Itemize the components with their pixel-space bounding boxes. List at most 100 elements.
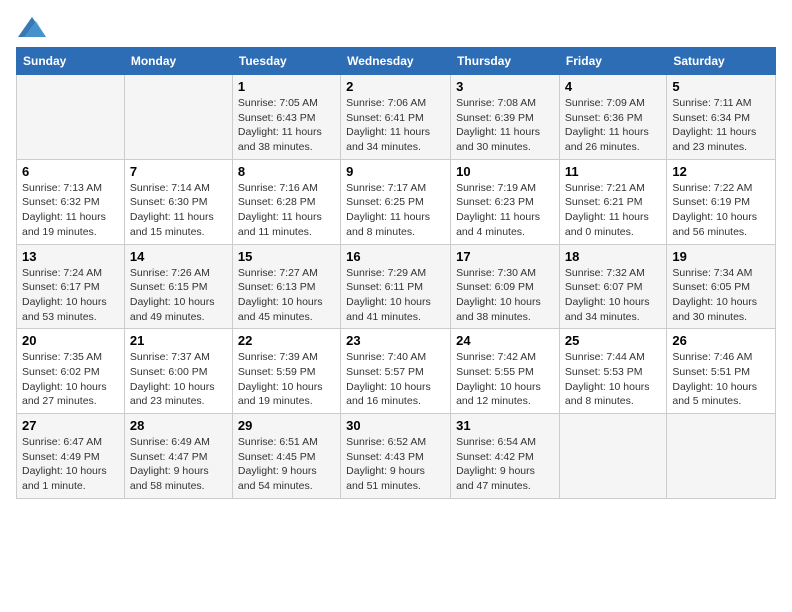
- day-info: Sunrise: 7:21 AM Sunset: 6:21 PM Dayligh…: [565, 181, 661, 240]
- day-number: 21: [130, 333, 227, 348]
- calendar-cell: 10Sunrise: 7:19 AM Sunset: 6:23 PM Dayli…: [451, 159, 560, 244]
- day-info: Sunrise: 7:09 AM Sunset: 6:36 PM Dayligh…: [565, 96, 661, 155]
- day-number: 1: [238, 79, 335, 94]
- calendar-cell: 24 Sunrise: 7:42 AM Sunset: 5:55 PM Dayli…: [451, 329, 560, 414]
- day-info: Sunrise: 7:34 AM Sunset: 6:05 PM Dayligh…: [672, 266, 770, 325]
- calendar-week-row: 20 Sunrise: 7:35 AM Sunset: 6:02 PM Dayli…: [17, 329, 776, 414]
- calendar-cell: 29 Sunrise: 6:51 AM Sunset: 4:45 PM Dayli…: [232, 414, 340, 499]
- calendar-cell: 6Sunrise: 7:13 AM Sunset: 6:32 PM Daylig…: [17, 159, 125, 244]
- day-number: 28: [130, 418, 227, 433]
- day-info: Sunrise: 7:42 AM Sunset: 5:55 PM Dayligh…: [456, 350, 554, 409]
- weekday-header-tuesday: Tuesday: [232, 48, 340, 75]
- day-info: Sunrise: 7:30 AM Sunset: 6:09 PM Dayligh…: [456, 266, 554, 325]
- weekday-header-saturday: Saturday: [667, 48, 776, 75]
- calendar-cell: [559, 414, 666, 499]
- calendar-cell: 21 Sunrise: 7:37 AM Sunset: 6:00 PM Dayli…: [124, 329, 232, 414]
- calendar-cell: 7 Sunrise: 7:14 AM Sunset: 6:30 PM Daylig…: [124, 159, 232, 244]
- weekday-header-wednesday: Wednesday: [341, 48, 451, 75]
- day-info: Sunrise: 6:49 AM Sunset: 4:47 PM Dayligh…: [130, 435, 227, 494]
- calendar-cell: 27 Sunrise: 6:47 AM Sunset: 4:49 PM Dayli…: [17, 414, 125, 499]
- day-info: Sunrise: 6:51 AM Sunset: 4:45 PM Dayligh…: [238, 435, 335, 494]
- day-number: 10: [456, 164, 554, 179]
- day-info: Sunrise: 7:37 AM Sunset: 6:00 PM Dayligh…: [130, 350, 227, 409]
- calendar-cell: 19Sunrise: 7:34 AM Sunset: 6:05 PM Dayli…: [667, 244, 776, 329]
- calendar-cell: 22 Sunrise: 7:39 AM Sunset: 5:59 PM Dayli…: [232, 329, 340, 414]
- calendar-cell: 12 Sunrise: 7:22 AM Sunset: 6:19 PM Dayli…: [667, 159, 776, 244]
- day-number: 23: [346, 333, 445, 348]
- calendar-cell: 9 Sunrise: 7:17 AM Sunset: 6:25 PM Daylig…: [341, 159, 451, 244]
- day-info: Sunrise: 7:05 AM Sunset: 6:43 PM Dayligh…: [238, 96, 335, 155]
- day-info: Sunrise: 7:35 AM Sunset: 6:02 PM Dayligh…: [22, 350, 119, 409]
- day-number: 3: [456, 79, 554, 94]
- day-info: Sunrise: 6:47 AM Sunset: 4:49 PM Dayligh…: [22, 435, 119, 494]
- calendar-cell: 13 Sunrise: 7:24 AM Sunset: 6:17 PM Dayli…: [17, 244, 125, 329]
- day-number: 22: [238, 333, 335, 348]
- day-number: 12: [672, 164, 770, 179]
- calendar-cell: 28 Sunrise: 6:49 AM Sunset: 4:47 PM Dayli…: [124, 414, 232, 499]
- day-number: 31: [456, 418, 554, 433]
- weekday-header-thursday: Thursday: [451, 48, 560, 75]
- day-info: Sunrise: 7:26 AM Sunset: 6:15 PM Dayligh…: [130, 266, 227, 325]
- day-info: Sunrise: 7:06 AM Sunset: 6:41 PM Dayligh…: [346, 96, 445, 155]
- weekday-header-sunday: Sunday: [17, 48, 125, 75]
- calendar-cell: [667, 414, 776, 499]
- day-info: Sunrise: 7:17 AM Sunset: 6:25 PM Dayligh…: [346, 181, 445, 240]
- calendar-cell: 15Sunrise: 7:27 AM Sunset: 6:13 PM Dayli…: [232, 244, 340, 329]
- day-number: 16: [346, 249, 445, 264]
- day-info: Sunrise: 7:13 AM Sunset: 6:32 PM Dayligh…: [22, 181, 119, 240]
- calendar-cell: [17, 75, 125, 160]
- day-info: Sunrise: 7:24 AM Sunset: 6:17 PM Dayligh…: [22, 266, 119, 325]
- calendar-cell: 2 Sunrise: 7:06 AM Sunset: 6:41 PM Daylig…: [341, 75, 451, 160]
- calendar-table: SundayMondayTuesdayWednesdayThursdayFrid…: [16, 47, 776, 499]
- weekday-header-row: SundayMondayTuesdayWednesdayThursdayFrid…: [17, 48, 776, 75]
- calendar-cell: 1 Sunrise: 7:05 AM Sunset: 6:43 PM Daylig…: [232, 75, 340, 160]
- day-info: Sunrise: 7:44 AM Sunset: 5:53 PM Dayligh…: [565, 350, 661, 409]
- calendar-cell: 31Sunrise: 6:54 AM Sunset: 4:42 PM Dayli…: [451, 414, 560, 499]
- calendar-cell: 11 Sunrise: 7:21 AM Sunset: 6:21 PM Dayli…: [559, 159, 666, 244]
- calendar-week-row: 13 Sunrise: 7:24 AM Sunset: 6:17 PM Dayli…: [17, 244, 776, 329]
- calendar-cell: 8 Sunrise: 7:16 AM Sunset: 6:28 PM Daylig…: [232, 159, 340, 244]
- day-info: Sunrise: 7:14 AM Sunset: 6:30 PM Dayligh…: [130, 181, 227, 240]
- day-info: Sunrise: 7:40 AM Sunset: 5:57 PM Dayligh…: [346, 350, 445, 409]
- day-number: 11: [565, 164, 661, 179]
- day-number: 20: [22, 333, 119, 348]
- page-header: [16, 16, 776, 37]
- weekday-header-monday: Monday: [124, 48, 232, 75]
- logo: [16, 16, 46, 37]
- day-number: 7: [130, 164, 227, 179]
- day-number: 27: [22, 418, 119, 433]
- day-number: 13: [22, 249, 119, 264]
- day-number: 15: [238, 249, 335, 264]
- day-number: 25: [565, 333, 661, 348]
- day-number: 9: [346, 164, 445, 179]
- calendar-cell: 18 Sunrise: 7:32 AM Sunset: 6:07 PM Dayli…: [559, 244, 666, 329]
- day-info: Sunrise: 7:22 AM Sunset: 6:19 PM Dayligh…: [672, 181, 770, 240]
- calendar-cell: 17 Sunrise: 7:30 AM Sunset: 6:09 PM Dayli…: [451, 244, 560, 329]
- day-info: Sunrise: 7:08 AM Sunset: 6:39 PM Dayligh…: [456, 96, 554, 155]
- calendar-cell: 4Sunrise: 7:09 AM Sunset: 6:36 PM Daylig…: [559, 75, 666, 160]
- day-number: 2: [346, 79, 445, 94]
- calendar-cell: 26 Sunrise: 7:46 AM Sunset: 5:51 PM Dayli…: [667, 329, 776, 414]
- day-info: Sunrise: 7:16 AM Sunset: 6:28 PM Dayligh…: [238, 181, 335, 240]
- day-info: Sunrise: 7:32 AM Sunset: 6:07 PM Dayligh…: [565, 266, 661, 325]
- calendar-week-row: 1 Sunrise: 7:05 AM Sunset: 6:43 PM Daylig…: [17, 75, 776, 160]
- day-info: Sunrise: 7:46 AM Sunset: 5:51 PM Dayligh…: [672, 350, 770, 409]
- day-number: 24: [456, 333, 554, 348]
- weekday-header-friday: Friday: [559, 48, 666, 75]
- calendar-week-row: 6Sunrise: 7:13 AM Sunset: 6:32 PM Daylig…: [17, 159, 776, 244]
- day-number: 18: [565, 249, 661, 264]
- calendar-cell: 5Sunrise: 7:11 AM Sunset: 6:34 PM Daylig…: [667, 75, 776, 160]
- day-number: 14: [130, 249, 227, 264]
- day-info: Sunrise: 7:29 AM Sunset: 6:11 PM Dayligh…: [346, 266, 445, 325]
- day-number: 26: [672, 333, 770, 348]
- calendar-cell: [124, 75, 232, 160]
- calendar-cell: 16 Sunrise: 7:29 AM Sunset: 6:11 PM Dayli…: [341, 244, 451, 329]
- calendar-cell: 23 Sunrise: 7:40 AM Sunset: 5:57 PM Dayli…: [341, 329, 451, 414]
- day-number: 29: [238, 418, 335, 433]
- day-number: 8: [238, 164, 335, 179]
- day-info: Sunrise: 7:11 AM Sunset: 6:34 PM Dayligh…: [672, 96, 770, 155]
- calendar-cell: 30Sunrise: 6:52 AM Sunset: 4:43 PM Dayli…: [341, 414, 451, 499]
- day-number: 17: [456, 249, 554, 264]
- day-info: Sunrise: 7:39 AM Sunset: 5:59 PM Dayligh…: [238, 350, 335, 409]
- calendar-cell: 20 Sunrise: 7:35 AM Sunset: 6:02 PM Dayli…: [17, 329, 125, 414]
